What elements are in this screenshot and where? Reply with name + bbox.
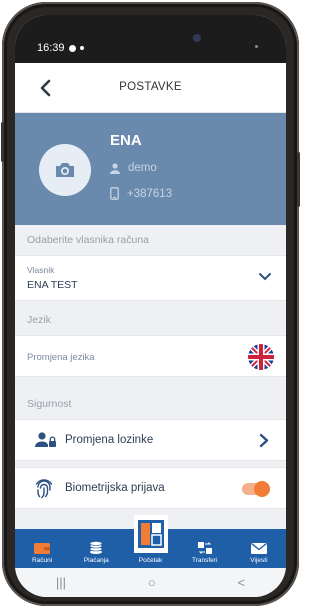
profile-username: demo	[128, 162, 157, 174]
biometric-label: Biometrijska prijava	[65, 482, 165, 494]
side-button	[1, 122, 4, 162]
chevron-down-icon[interactable]	[258, 272, 272, 282]
owner-field-value: ENA TEST	[27, 279, 78, 291]
avatar[interactable]	[39, 144, 91, 196]
tab-label: Vijesti	[250, 557, 268, 564]
mail-icon	[250, 542, 267, 554]
page-title: POSTAVKE	[119, 81, 182, 93]
back-button[interactable]: <	[237, 575, 245, 590]
camera-icon	[193, 34, 201, 42]
mobile-phone-icon	[110, 187, 119, 200]
owner-section-heading: Odaberite vlasnika računa	[15, 225, 286, 255]
language-row[interactable]: Promjena jezika	[15, 335, 286, 377]
phone-frame: 16:39 POSTAVKE ENA demo +387613 Odaberit…	[1, 2, 300, 606]
language-row-label: Promjena jezika	[27, 352, 95, 363]
tab-label: Početak	[138, 557, 163, 564]
tab-transfers[interactable]: Transferi	[178, 529, 232, 568]
side-button	[297, 152, 300, 207]
recents-button[interactable]: |||	[56, 575, 66, 590]
tab-payments[interactable]: Plaćanja	[69, 529, 123, 568]
user-lock-icon	[35, 432, 56, 447]
camera-icon	[56, 163, 74, 177]
biometric-toggle[interactable]	[242, 481, 270, 497]
app-header: POSTAVKE	[15, 63, 286, 113]
screen: 16:39 POSTAVKE ENA demo +387613 Odaberit…	[15, 15, 286, 597]
language-section-heading: Jezik	[15, 305, 286, 335]
wallet-icon	[34, 543, 51, 554]
biometric-row: Biometrijska prijava	[15, 467, 286, 509]
security-section-heading: Sigurnost	[15, 389, 286, 419]
transfer-icon	[197, 542, 212, 554]
tab-label: Transferi	[192, 557, 218, 564]
profile-card: ENA demo +387613	[15, 113, 286, 225]
android-nav-bar: ||| ○ <	[15, 568, 286, 597]
status-time-group: 16:39	[37, 42, 84, 54]
status-time: 16:39	[37, 42, 65, 54]
uk-flag-icon[interactable]	[248, 344, 274, 370]
profile-name: ENA	[110, 132, 142, 149]
home-tab-highlight	[133, 515, 168, 553]
user-icon	[110, 162, 120, 174]
tab-label: Računi	[31, 557, 53, 564]
profile-username-row: demo	[110, 162, 157, 174]
coins-icon	[89, 541, 103, 554]
bottom-tab-bar: Računi Plaćanja Početak Transferi Vijest…	[15, 515, 286, 568]
status-bar: 16:39	[15, 15, 286, 63]
change-password-label: Promjena lozinke	[65, 434, 154, 446]
owner-field-label: Vlasnik	[27, 265, 55, 275]
home-button[interactable]: ○	[148, 575, 156, 590]
tab-label: Plaćanja	[83, 557, 109, 564]
change-password-row[interactable]: Promjena lozinke	[15, 419, 286, 461]
toggle-knob	[254, 481, 270, 497]
status-dot-icon	[255, 45, 258, 48]
chevron-right-icon[interactable]	[259, 433, 270, 448]
home-grid-icon	[137, 520, 164, 548]
profile-phone: +387613	[127, 187, 173, 200]
tab-accounts[interactable]: Računi	[15, 529, 69, 568]
owner-select[interactable]: Vlasnik ENA TEST	[15, 255, 286, 301]
notification-icon	[68, 44, 76, 52]
profile-phone-row: +387613	[110, 187, 172, 200]
tab-news[interactable]: Vijesti	[232, 529, 286, 568]
tab-home[interactable]: Početak	[123, 515, 178, 568]
dot-icon	[79, 46, 84, 50]
fingerprint-icon	[35, 479, 53, 499]
